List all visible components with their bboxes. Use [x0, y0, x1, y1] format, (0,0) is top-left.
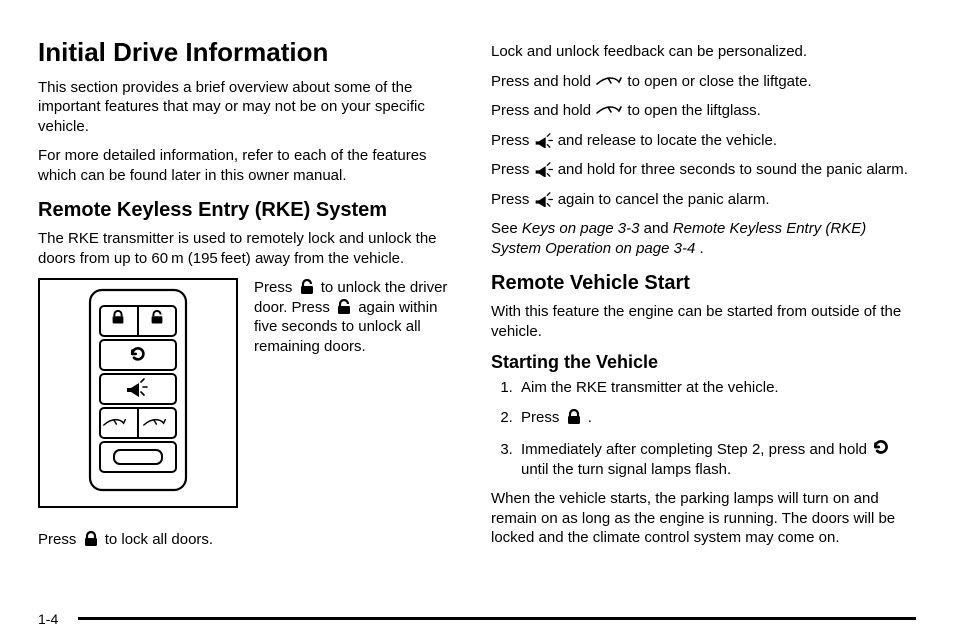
lock-instruction: Press to lock all doors.: [38, 530, 463, 550]
text-segment: to open the liftglass.: [627, 102, 760, 119]
horn-icon: [534, 133, 554, 149]
text-segment: and release to locate the vehicle.: [558, 132, 777, 149]
columns: Initial Drive Information This section p…: [38, 36, 916, 598]
page-number: 1-4: [38, 610, 66, 628]
heading-rke: Remote Keyless Entry (RKE) System: [38, 197, 463, 223]
text-segment: Press and hold: [491, 73, 595, 90]
start-step-2: Press .: [517, 408, 916, 428]
remote-start-icon: [871, 437, 891, 453]
cancel-panic-instruction: Press again to cancel the panic alarm.: [491, 190, 916, 210]
footer-rule: [78, 617, 916, 620]
text-segment: again to cancel the panic alarm.: [558, 191, 770, 208]
liftgate-instruction: Press and hold to open or close the lift…: [491, 72, 916, 92]
unlock-icon: [334, 299, 354, 315]
intro-paragraph-1: This section provides a brief overview a…: [38, 78, 463, 137]
text-segment: Press: [521, 409, 564, 426]
text-segment: to open or close the liftgate.: [627, 73, 811, 90]
text-segment: Press and hold: [491, 102, 595, 119]
heading-starting-vehicle: Starting the Vehicle: [491, 351, 916, 374]
liftglass-instruction: Press and hold to open the liftglass.: [491, 101, 916, 121]
text-segment: Press: [38, 531, 81, 548]
rke-transmitter-figure: [38, 278, 238, 508]
remote-figure-row: Press to unlock the driver door. Press a…: [38, 278, 463, 508]
text-segment: See: [491, 220, 522, 237]
lock-icon: [564, 409, 584, 425]
horn-icon: [534, 162, 554, 178]
start-result-note: When the vehicle starts, the parking lam…: [491, 489, 916, 548]
text-segment: Press: [491, 191, 534, 208]
panic-instruction: Press and hold for three seconds to soun…: [491, 160, 916, 180]
text-segment: .: [699, 240, 703, 257]
text-segment: Immediately after completing Step 2, pre…: [521, 441, 871, 458]
unlock-instructions: Press to unlock the driver door. Press a…: [254, 278, 463, 356]
start-steps-list: Aim the RKE transmitter at the vehicle. …: [491, 378, 916, 479]
liftgate-icon: [595, 74, 623, 88]
see-references: See Keys on page 3‑3 and Remote Keyless …: [491, 219, 916, 258]
text-segment: Press: [491, 161, 534, 178]
liftglass-icon: [595, 103, 623, 117]
locate-instruction: Press and release to locate the vehicle.: [491, 131, 916, 151]
rke-description: The RKE transmitter is used to remotely …: [38, 229, 463, 268]
remote-start-description: With this feature the engine can be star…: [491, 302, 916, 341]
text-segment: Press: [491, 132, 534, 149]
unlock-icon: [297, 279, 317, 295]
page-footer: 1-4: [38, 610, 916, 628]
left-column: Initial Drive Information This section p…: [38, 36, 463, 598]
start-step-3: Immediately after completing Step 2, pre…: [517, 437, 916, 479]
page: Initial Drive Information This section p…: [0, 0, 954, 638]
lock-icon: [81, 531, 101, 547]
text-segment: and: [644, 220, 673, 237]
right-column: Lock and unlock feedback can be personal…: [491, 36, 916, 598]
text-segment: Press: [254, 279, 297, 296]
text-segment: .: [588, 409, 592, 426]
text-segment: to lock all doors.: [105, 531, 213, 548]
intro-paragraph-2: For more detailed information, refer to …: [38, 146, 463, 185]
text-segment: and hold for three seconds to sound the …: [558, 161, 908, 178]
text-segment: until the turn signal lamps flash.: [521, 461, 731, 478]
start-step-1: Aim the RKE transmitter at the vehicle.: [517, 378, 916, 398]
reference-keys: Keys on page 3‑3: [522, 220, 640, 237]
heading-initial-drive: Initial Drive Information: [38, 36, 463, 70]
feedback-note: Lock and unlock feedback can be personal…: [491, 42, 916, 62]
horn-icon: [534, 192, 554, 208]
heading-remote-start: Remote Vehicle Start: [491, 270, 916, 296]
